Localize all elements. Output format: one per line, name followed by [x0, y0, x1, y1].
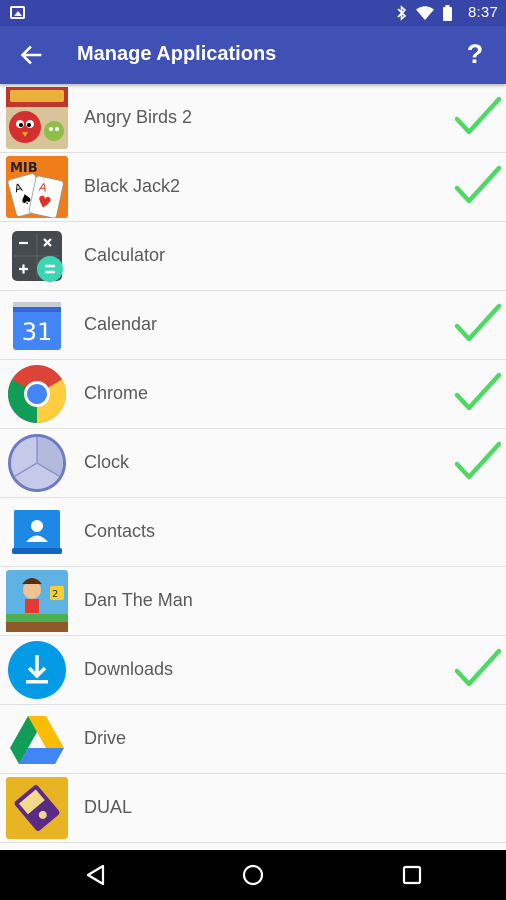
app-name: Dan The Man — [84, 590, 193, 610]
app-name: DUAL — [84, 797, 133, 817]
list-item[interactable]: 2 Dan The Man — [0, 567, 506, 636]
list-item[interactable]: Calculator — [0, 222, 506, 291]
page-title: Manage Applications — [77, 43, 277, 65]
system-icons — [397, 5, 452, 21]
image-notification-icon — [10, 6, 25, 19]
check-icon[interactable] — [454, 164, 502, 210]
arrow-left-icon[interactable] — [18, 42, 44, 68]
dual-icon — [6, 777, 68, 839]
check-icon[interactable] — [454, 371, 502, 417]
app-name: Clock — [84, 452, 130, 472]
help-button[interactable]: ? — [464, 39, 486, 70]
app-name: Drive — [84, 728, 127, 748]
list-item[interactable]: DUAL — [0, 774, 506, 843]
wifi-icon — [416, 6, 434, 20]
check-icon[interactable] — [454, 647, 502, 693]
calculator-icon — [12, 231, 63, 282]
calendar-date-text: 31 — [22, 318, 53, 346]
blackjack-icon: MIB A♠ A♥ — [6, 156, 68, 218]
list-item[interactable]: MIB A ♠ A ♥ Black Jack2 — [0, 153, 506, 222]
app-name: Calendar — [84, 314, 158, 334]
back-triangle-icon[interactable] — [84, 863, 108, 887]
angry-birds-icon — [6, 87, 68, 149]
app-name: Angry Birds 2 — [84, 107, 193, 127]
app-name: Contacts — [84, 521, 156, 541]
dan-the-man-icon: 2 — [6, 570, 68, 632]
list-item[interactable]: Downloads — [0, 636, 506, 705]
list-item[interactable]: Drive — [0, 705, 506, 774]
home-circle-icon[interactable] — [241, 863, 265, 887]
app-name: Calculator — [84, 245, 166, 265]
chrome-icon — [8, 365, 66, 423]
list-item[interactable]: Contacts — [0, 498, 506, 567]
contacts-icon — [12, 510, 62, 554]
svg-text:2: 2 — [52, 589, 58, 600]
check-icon[interactable] — [454, 440, 502, 486]
navigation-bar — [0, 850, 506, 900]
battery-icon — [443, 5, 452, 21]
downloads-icon — [8, 641, 66, 699]
clock-icon — [8, 434, 66, 492]
status-bar: 8:37 — [0, 0, 506, 26]
calendar-icon: 31 — [13, 302, 61, 350]
check-icon[interactable] — [454, 95, 502, 141]
app-bar: Manage Applications ? — [0, 26, 506, 84]
bluetooth-icon — [397, 5, 407, 21]
check-icon[interactable] — [454, 302, 502, 348]
recents-square-icon[interactable] — [400, 863, 424, 887]
list-item[interactable]: Chrome — [0, 360, 506, 429]
app-name: Chrome — [84, 383, 149, 403]
drive-icon — [10, 716, 64, 764]
clock-time: 8:37 — [468, 4, 498, 21]
list-item[interactable]: Clock — [0, 429, 506, 498]
list-item[interactable]: Angry Birds 2 — [0, 84, 506, 153]
app-name: Downloads — [84, 659, 174, 679]
app-list: Angry Birds 2 MIB A ♠ A ♥ Black Jack2 Calc… — [0, 84, 506, 850]
app-name: Black Jack2 — [84, 176, 181, 196]
list-item[interactable]: 31 Calendar — [0, 291, 506, 360]
